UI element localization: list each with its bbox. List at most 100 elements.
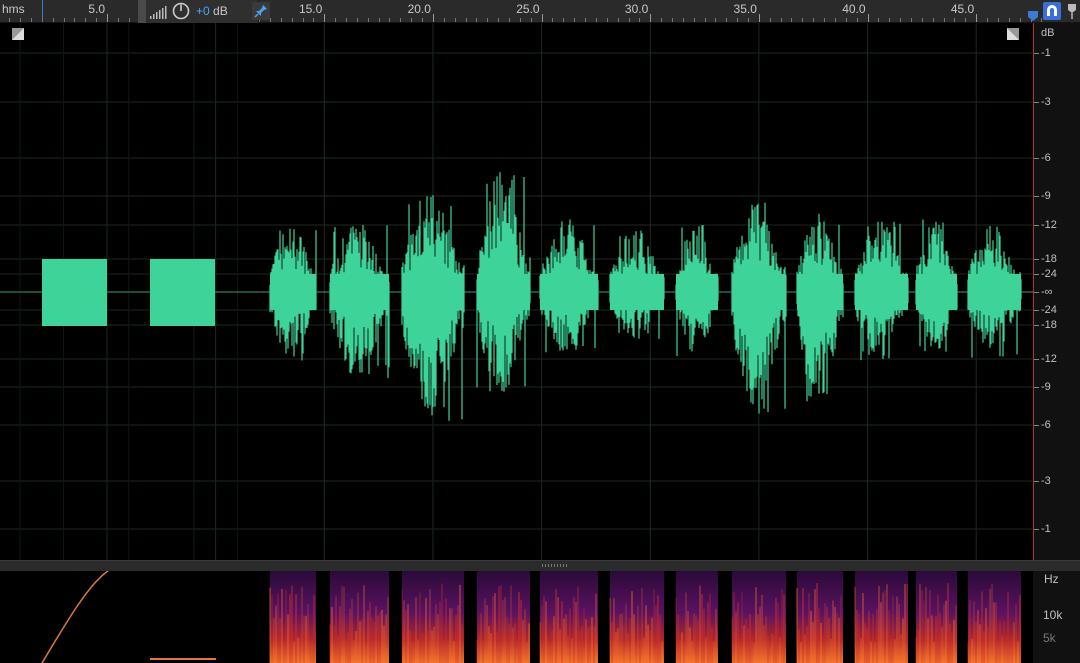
amplitude-label: -3 (1041, 96, 1051, 108)
marker-button[interactable] (1066, 2, 1078, 20)
tone-sweep-trace (41, 571, 109, 663)
speech-burst-core (477, 274, 530, 310)
amplitude-label: -6 (1041, 152, 1051, 164)
signal-bars-icon (150, 6, 167, 19)
amplitude-tick (1034, 102, 1039, 103)
ruler-minor-tick (1041, 18, 1042, 22)
splitter-grip-icon[interactable] (542, 564, 568, 567)
ruler-minor-tick (1020, 18, 1021, 22)
ruler-minor-tick (270, 18, 271, 22)
speech-burst-core (855, 274, 908, 310)
ruler-minor-tick (466, 18, 467, 22)
ruler-minor-tick (476, 18, 477, 22)
ruler-minor-tick (455, 18, 456, 22)
frequency-scale[interactable]: Hz 10k 5k (1033, 571, 1080, 663)
ruler-minor-tick (835, 18, 836, 22)
ruler-minor-tick (346, 18, 347, 22)
ruler-major-tick (759, 14, 760, 22)
ruler-minor-tick (802, 18, 803, 22)
knob-icon[interactable] (172, 2, 190, 20)
gain-unit: dB (213, 4, 228, 18)
ruler-minor-tick (954, 18, 955, 22)
amplitude-tick (1034, 481, 1039, 482)
amplitude-scale[interactable]: dB -1 -3 -6 -9 -12 -18 -24 -∞ -24 -18 -12 -9 -6 -3 -1 (1033, 23, 1080, 560)
ruler-minor-tick (781, 18, 782, 22)
ruler-major-tick (542, 14, 543, 22)
waveform-canvas[interactable] (0, 23, 1033, 560)
amplitude-tick (1034, 225, 1039, 226)
speech-burst-core (968, 274, 1021, 310)
pin-icon (254, 5, 267, 18)
speech-burst-core (330, 274, 389, 310)
ruler-minor-tick (791, 18, 792, 22)
spectral-display[interactable] (0, 571, 1033, 663)
amplitude-tick (1034, 259, 1039, 260)
ruler-minor-tick (607, 18, 608, 22)
ruler-minor-tick (911, 18, 912, 22)
snap-button[interactable] (1043, 2, 1061, 20)
amplitude-label: -12 (1041, 219, 1057, 231)
amplitude-label: -9 (1041, 381, 1051, 393)
ruler-minor-tick (889, 18, 890, 22)
amplitude-tick (1034, 325, 1039, 326)
ruler-major-tick (107, 14, 108, 22)
ruler-major-tick (868, 14, 869, 22)
ruler-minor-tick (824, 18, 825, 22)
frequency-label-10k: 10k (1043, 608, 1063, 622)
ruler-minor-tick (629, 18, 630, 22)
frequency-unit: Hz (1044, 572, 1059, 586)
ruler-minor-tick (878, 18, 879, 22)
tone-block (42, 259, 107, 326)
end-marker-icon[interactable] (1027, 10, 1039, 22)
pin-button[interactable] (252, 2, 270, 20)
ruler-major-tick (976, 14, 977, 22)
ruler-minor-tick (618, 18, 619, 22)
spectral-burst (540, 571, 598, 663)
time-unit-label[interactable]: hms (2, 2, 25, 16)
amplitude-label: -18 (1041, 319, 1057, 331)
speech-burst-core (270, 274, 316, 310)
spectral-canvas[interactable] (0, 571, 1033, 663)
ruler-minor-tick (944, 18, 945, 22)
speech-burst-core (797, 274, 843, 310)
ruler-minor-tick (129, 18, 130, 22)
amplitude-label: -3 (1041, 475, 1051, 487)
ruler-minor-tick (531, 18, 532, 22)
ruler-minor-tick (965, 18, 966, 22)
speech-burst-core (732, 274, 786, 310)
ruler-minor-tick (813, 18, 814, 22)
ruler-minor-tick (639, 18, 640, 22)
amplitude-label: -24 (1041, 268, 1057, 280)
ruler-minor-tick (596, 18, 597, 22)
zoom-corner-right-icon[interactable] (1007, 28, 1019, 40)
waveform-display[interactable] (0, 23, 1033, 560)
speech-burst-core (540, 274, 598, 310)
amplitude-label: -12 (1041, 353, 1057, 365)
spectral-burst (402, 571, 464, 663)
ruler-minor-tick (368, 18, 369, 22)
zoom-corner-left-icon[interactable] (12, 28, 24, 40)
marker-icon (1068, 4, 1076, 19)
spectral-burst (270, 571, 316, 663)
ruler-minor-tick (31, 18, 32, 22)
ruler-minor-tick (846, 18, 847, 22)
amplitude-tick (1034, 196, 1039, 197)
ruler-major-tick (433, 14, 434, 22)
ruler-major-tick (650, 14, 651, 22)
ruler-minor-tick (20, 18, 21, 22)
gain-value[interactable]: +0 dB (196, 4, 228, 18)
amplitude-label: -1 (1041, 523, 1051, 535)
ruler-minor-tick (335, 18, 336, 22)
ruler-minor-tick (509, 18, 510, 22)
ruler-minor-tick (922, 18, 923, 22)
hud-drag-grip[interactable] (138, 0, 146, 24)
amplitude-label: -1 (1041, 47, 1051, 59)
ruler-tick-label: 15.0 (298, 2, 323, 16)
spectral-burst (797, 571, 843, 663)
ruler-minor-tick (74, 18, 75, 22)
ruler-minor-tick (487, 18, 488, 22)
amplitude-tick (1034, 359, 1039, 360)
hud-gain-control[interactable]: +0 dB (138, 0, 259, 24)
amplitude-tick (1034, 292, 1039, 293)
speech-burst-core (916, 274, 957, 310)
